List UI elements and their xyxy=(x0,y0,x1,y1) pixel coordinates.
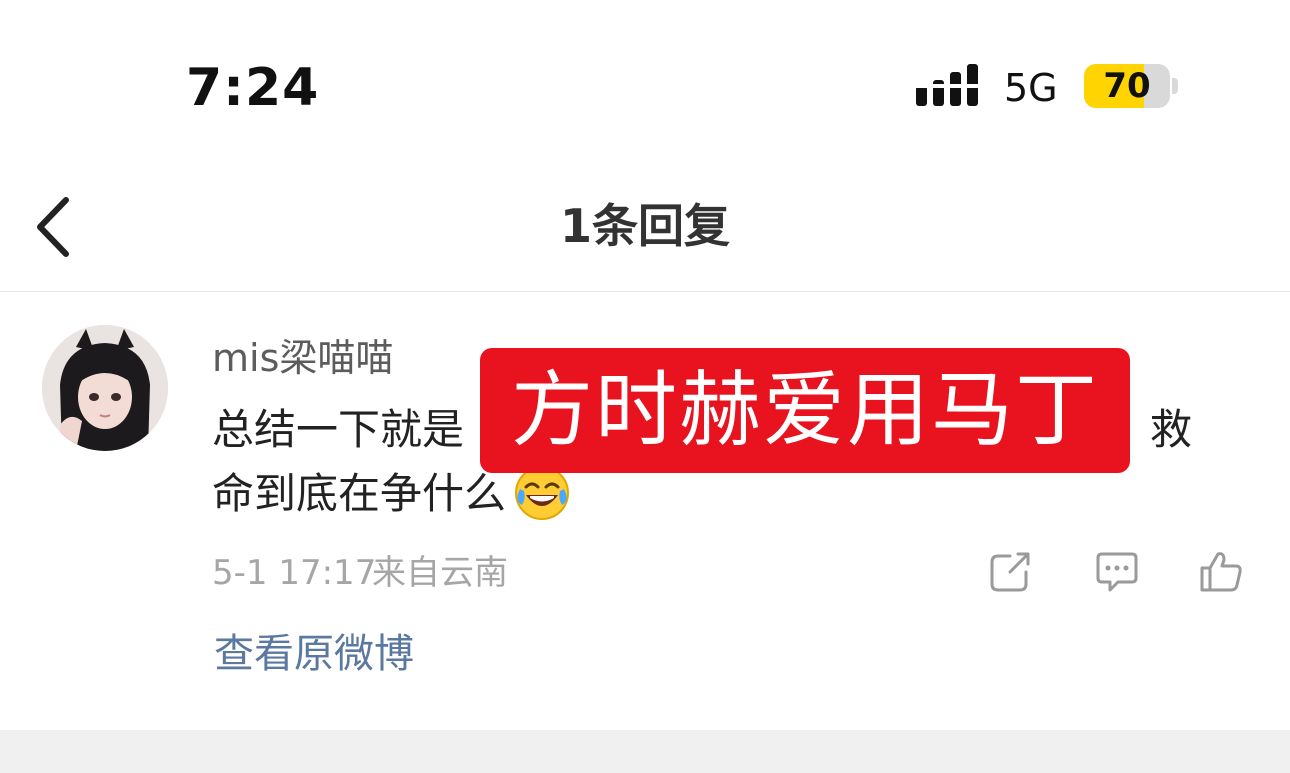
overlay-sticker: 方时赫爱用马丁 xyxy=(480,348,1130,473)
comment-line-2-text: 命到底在争什么 xyxy=(212,469,507,518)
reply-page: 7:24 5G 70 1条回复 mis梁喵喵 总结一下就是 救 命到底在争什么 … xyxy=(0,0,1290,773)
nav-divider xyxy=(0,291,1290,292)
username[interactable]: mis梁喵喵 xyxy=(212,334,393,382)
chevron-left-icon[interactable] xyxy=(26,192,86,262)
view-original-link[interactable]: 查看原微博 xyxy=(214,628,414,680)
comment-location: 来自云南 xyxy=(372,553,508,593)
avatar[interactable] xyxy=(42,325,168,451)
battery-level: 70 xyxy=(1103,66,1151,106)
page-title: 1条回复 xyxy=(559,199,730,253)
comment-bubble-icon[interactable] xyxy=(1094,548,1140,594)
avatar-image xyxy=(42,325,168,451)
comment-line-1-end: 救 xyxy=(1150,405,1193,454)
comment-line-1-start: 总结一下就是 xyxy=(212,405,465,454)
battery-indicator: 70 xyxy=(1084,64,1180,110)
battery-nub xyxy=(1172,78,1178,94)
bottom-separator xyxy=(0,730,1290,773)
status-time: 7:24 xyxy=(186,58,320,118)
signal-bars-icon xyxy=(916,64,982,106)
battery-body: 70 xyxy=(1084,64,1170,108)
network-type: 5G xyxy=(1004,66,1058,110)
share-icon[interactable] xyxy=(988,548,1034,594)
thumbs-up-icon[interactable] xyxy=(1198,548,1244,594)
comment-date: 5-1 17:17 xyxy=(212,553,377,593)
